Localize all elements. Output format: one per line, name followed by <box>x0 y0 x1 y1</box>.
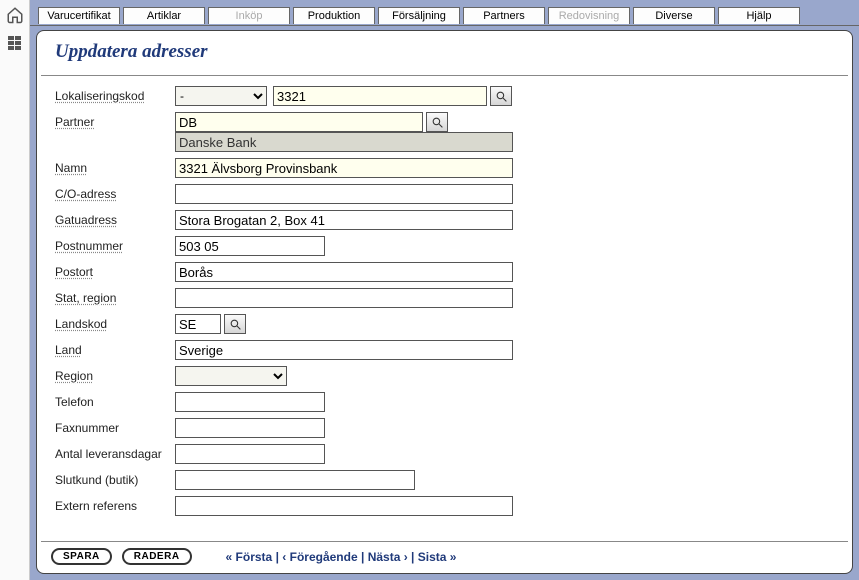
label-slutkund: Slutkund (butik) <box>55 473 175 487</box>
home-icon[interactable] <box>6 6 24 24</box>
search-icon <box>495 90 508 103</box>
content-wrap: Uppdatera adresser Lokaliseringskod - Pa… <box>30 26 859 580</box>
land-input[interactable] <box>175 340 513 360</box>
main-area: Varucertifikat Artiklar Inköp Produktion… <box>30 0 859 580</box>
region-select[interactable] <box>175 366 287 386</box>
fax-input[interactable] <box>175 418 325 438</box>
label-region: Region <box>55 369 175 383</box>
tab-diverse[interactable]: Diverse <box>633 7 715 24</box>
landskod-input[interactable] <box>175 314 221 334</box>
levdagar-input[interactable] <box>175 444 325 464</box>
label-stat: Stat, region <box>55 291 175 305</box>
search-icon <box>229 318 242 331</box>
lokaliseringskod-select[interactable]: - <box>175 86 267 106</box>
label-land: Land <box>55 343 175 357</box>
tab-varucertifikat[interactable]: Varucertifikat <box>38 7 120 24</box>
nav-last[interactable]: Sista » <box>418 550 457 564</box>
label-fax: Faxnummer <box>55 421 175 435</box>
extern-input[interactable] <box>175 496 513 516</box>
co-input[interactable] <box>175 184 513 204</box>
label-extern: Extern referens <box>55 499 175 513</box>
label-gatuadress: Gatuadress <box>55 213 175 227</box>
lokaliseringskod-input[interactable] <box>273 86 487 106</box>
grid-icon[interactable] <box>8 36 22 50</box>
label-levdagar: Antal leveransdagar <box>55 447 175 461</box>
nav-prev[interactable]: ‹ Föregående <box>282 550 357 564</box>
postort-input[interactable] <box>175 262 513 282</box>
tab-redovisning: Redovisning <box>548 7 630 24</box>
form: Lokaliseringskod - Partner <box>37 76 852 541</box>
label-co: C/O-adress <box>55 187 175 201</box>
nav-first[interactable]: « Första <box>226 550 273 564</box>
gatuadress-input[interactable] <box>175 210 513 230</box>
label-partner: Partner <box>55 115 175 129</box>
label-landskod: Landskod <box>55 317 175 331</box>
partner-input[interactable] <box>175 112 423 132</box>
postnummer-input[interactable] <box>175 236 325 256</box>
label-namn: Namn <box>55 161 175 175</box>
page-title: Uppdatera adresser <box>41 31 848 76</box>
footer: SPARA RADERA « Första | ‹ Föregående | N… <box>41 541 848 573</box>
label-lokaliseringskod: Lokaliseringskod <box>55 89 175 103</box>
tab-produktion[interactable]: Produktion <box>293 7 375 24</box>
save-button[interactable]: SPARA <box>51 548 112 565</box>
label-postnummer: Postnummer <box>55 239 175 253</box>
label-postort: Postort <box>55 265 175 279</box>
tab-forsaljning[interactable]: Försäljning <box>378 7 460 24</box>
tab-partners[interactable]: Partners <box>463 7 545 24</box>
tab-artiklar[interactable]: Artiklar <box>123 7 205 24</box>
telefon-input[interactable] <box>175 392 325 412</box>
namn-input[interactable] <box>175 158 513 178</box>
left-sidebar <box>0 0 30 580</box>
partner-display <box>175 132 513 152</box>
label-telefon: Telefon <box>55 395 175 409</box>
search-icon <box>431 116 444 129</box>
lokaliseringskod-lookup-button[interactable] <box>490 86 512 106</box>
slutkund-input[interactable] <box>175 470 415 490</box>
stat-input[interactable] <box>175 288 513 308</box>
tab-bar: Varucertifikat Artiklar Inköp Produktion… <box>30 0 859 26</box>
tab-hjalp[interactable]: Hjälp <box>718 7 800 24</box>
landskod-lookup-button[interactable] <box>224 314 246 334</box>
delete-button[interactable]: RADERA <box>122 548 192 565</box>
nav-next[interactable]: Nästa › <box>368 550 408 564</box>
nav-links: « Första | ‹ Föregående | Nästa › | Sist… <box>226 550 457 564</box>
panel: Uppdatera adresser Lokaliseringskod - Pa… <box>36 30 853 574</box>
partner-lookup-button[interactable] <box>426 112 448 132</box>
tab-inkop: Inköp <box>208 7 290 24</box>
